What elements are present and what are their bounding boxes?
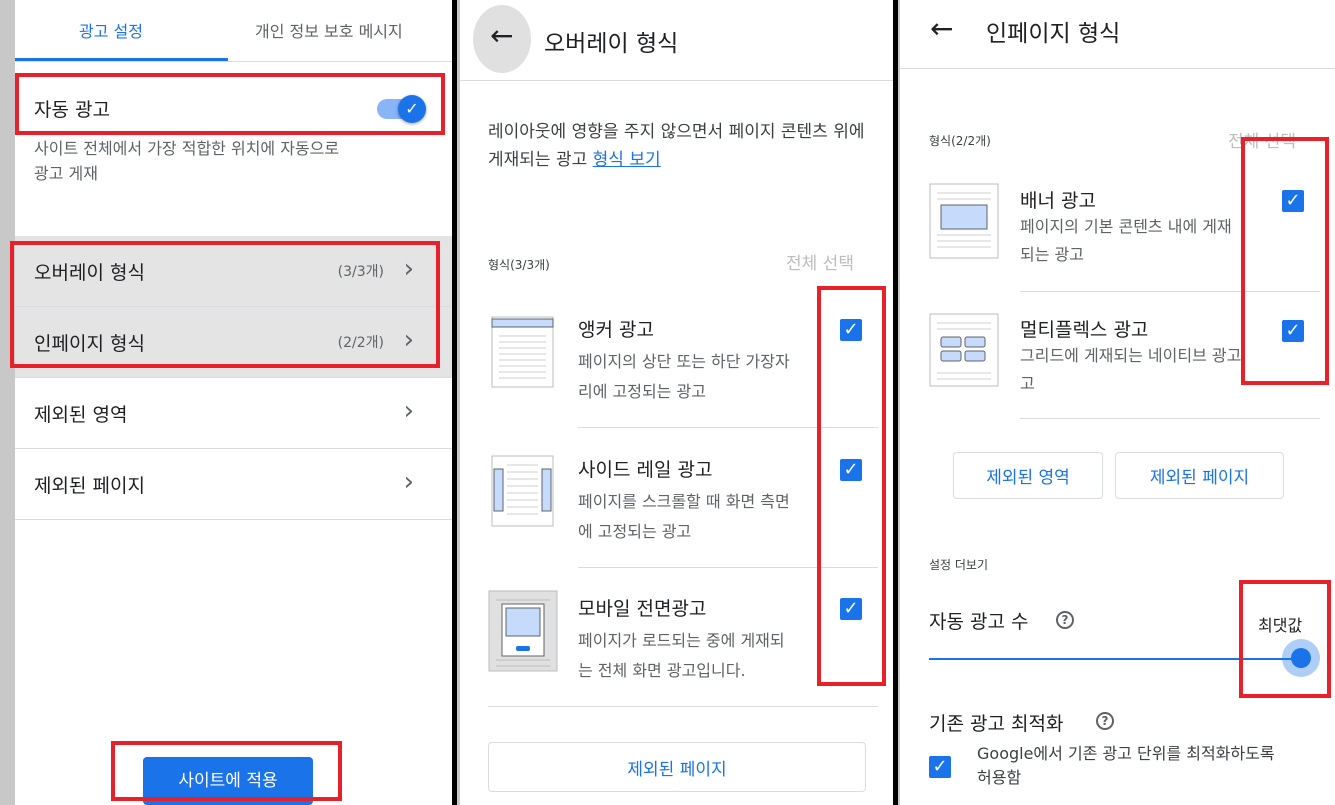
excluded-areas-button[interactable]: 제외된 영역 — [953, 452, 1103, 499]
divider — [578, 567, 878, 568]
ad-count-value: 최댓값 — [1258, 616, 1303, 635]
menu-item-excluded-areas[interactable]: 제외된 영역 › — [15, 378, 452, 449]
inpage-formats-panel: ← 인페이지 형식 형식(2/2개) 전체 선택 배너 광고 페이지의 기본 콘… — [900, 0, 1335, 805]
tab-privacy-messages[interactable]: 개인 정보 보호 메시지 — [255, 18, 403, 42]
format-description: 페이지가 로드되는 중에 게재되 는 전체 화면 광고입니다. — [578, 626, 785, 686]
divider — [488, 706, 878, 707]
excluded-pages-button[interactable]: 제외된 페이지 — [1115, 452, 1284, 499]
view-formats-link[interactable]: 형식 보기 — [593, 150, 661, 170]
arrow-left-icon: ← — [490, 19, 514, 52]
divider — [578, 427, 878, 428]
banner-ad-thumbnail — [929, 183, 999, 259]
multiplex-ad-checkbox[interactable]: ✓ — [1282, 320, 1304, 342]
vignette-ad-thumbnail — [488, 590, 558, 672]
auto-ads-label: 자동 광고 — [34, 99, 110, 121]
desc-line: 페이지의 상단 또는 하단 가장자 — [578, 352, 790, 371]
tab-bar: 광고 설정 개인 정보 보호 메시지 — [15, 0, 452, 62]
anchor-ad-thumbnail — [491, 316, 554, 388]
menu-item-count: (3/3개) — [337, 264, 384, 280]
menu-item-label: 제외된 영역 — [34, 404, 128, 426]
vignette-ad-checkbox[interactable]: ✓ — [840, 598, 862, 620]
desc-line: 허용함 — [977, 768, 1022, 787]
divider-right — [893, 0, 898, 805]
desc-line: 페이지를 스크롤할 때 화면 측면 — [578, 492, 790, 511]
format-title: 멀티플렉스 광고 — [1020, 319, 1149, 341]
chevron-right-icon: › — [403, 467, 414, 497]
optimize-existing-label: 기존 광고 최적화 — [929, 713, 1064, 735]
excluded-pages-button[interactable]: 제외된 페이지 — [488, 742, 866, 792]
format-description: 페이지를 스크롤할 때 화면 측면 에 고정되는 광고 — [578, 487, 790, 547]
apply-to-site-button[interactable]: 사이트에 적용 — [143, 757, 313, 805]
help-icon[interactable]: ? — [1096, 712, 1114, 730]
tab-ad-settings[interactable]: 광고 설정 — [79, 18, 143, 42]
page-title: 오버레이 형식 — [544, 31, 679, 57]
format-title: 앵커 광고 — [578, 319, 654, 341]
menu-item-label: 제외된 페이지 — [34, 475, 145, 497]
desc-line: 되는 광고 — [1020, 245, 1084, 264]
desc-line: Google에서 기존 광고 단위를 최적화하도록 — [977, 744, 1275, 763]
format-description: 그리드에 게재되는 네이티브 광고 고 — [1020, 342, 1241, 398]
format-title: 모바일 전면광고 — [578, 598, 707, 620]
format-title: 사이드 레일 광고 — [578, 459, 713, 481]
header-divider — [900, 68, 1335, 69]
back-button[interactable]: ← — [930, 12, 953, 45]
overlay-intro: 레이아웃에 영향을 주지 않으면서 페이지 콘텐츠 위에 게재되는 광고 형식 … — [488, 118, 878, 174]
desc-line: 페이지가 로드되는 중에 게재되 — [578, 631, 785, 650]
divider-left — [452, 0, 457, 805]
menu-item-inpage-formats[interactable]: 인페이지 형식 (2/2개) › — [15, 307, 452, 378]
formats-count-label: 형식(2/2개) — [929, 134, 991, 148]
ad-count-slider-handle[interactable] — [1291, 648, 1311, 668]
optimize-existing-checkbox[interactable]: ✓ — [929, 756, 951, 778]
format-title: 배너 광고 — [1020, 190, 1096, 212]
desc-line: 고 — [1020, 374, 1035, 393]
ad-settings-panel: 광고 설정 개인 정보 보호 메시지 자동 광고 ✓ 사이트 전체에서 가장 적… — [15, 0, 452, 805]
multiplex-ad-thumbnail — [929, 313, 999, 387]
chevron-right-icon: › — [403, 254, 414, 284]
active-tab-indicator — [15, 58, 228, 61]
formats-count-label: 형식(3/3개) — [488, 258, 550, 272]
optimize-checkbox-text: Google에서 기존 광고 단위를 최적화하도록 허용함 — [977, 742, 1275, 790]
format-description: 페이지의 기본 콘텐츠 내에 게재 되는 광고 — [1020, 213, 1232, 269]
banner-ad-checkbox[interactable]: ✓ — [1282, 190, 1304, 212]
intro-text: 레이아웃에 영향을 주지 않으면서 페이지 콘텐츠 위에 게재되는 광고 — [488, 122, 865, 170]
menu-item-label: 오버레이 형식 — [34, 262, 145, 284]
anchor-ad-checkbox[interactable]: ✓ — [840, 319, 862, 341]
desc-line: 페이지의 기본 콘텐츠 내에 게재 — [1020, 217, 1232, 236]
select-all-button[interactable]: 전체 선택 — [786, 249, 854, 274]
divider — [1020, 291, 1320, 292]
page-title: 인페이지 형식 — [986, 21, 1121, 47]
chevron-right-icon: › — [403, 396, 414, 426]
header-divider — [460, 80, 893, 81]
auto-ads-description: 사이트 전체에서 가장 적합한 위치에 자동으로 광고 게재 — [34, 139, 340, 183]
menu-item-label: 인페이지 형식 — [34, 333, 145, 355]
divider — [1020, 418, 1320, 419]
chevron-right-icon: › — [403, 325, 414, 355]
ad-count-label: 자동 광고 수 — [929, 611, 1029, 633]
check-icon[interactable]: ✓ — [398, 95, 426, 123]
desc-line: 는 전체 화면 광고입니다. — [578, 661, 746, 680]
menu-item-excluded-pages[interactable]: 제외된 페이지 › — [15, 449, 452, 520]
help-icon[interactable]: ? — [1056, 611, 1074, 629]
overlay-formats-panel: ← 오버레이 형식 레이아웃에 영향을 주지 않으면서 페이지 콘텐츠 위에 게… — [460, 0, 893, 805]
desc-line: 리에 고정되는 광고 — [578, 382, 706, 401]
side-rail-ad-thumbnail — [491, 455, 554, 527]
menu-item-count: (2/2개) — [337, 335, 384, 351]
ad-count-slider-track[interactable] — [929, 658, 1304, 660]
desc-line: 그리드에 게재되는 네이티브 광고 — [1020, 346, 1242, 365]
more-settings-label: 설정 더보기 — [929, 558, 989, 572]
side-rail-ad-checkbox[interactable]: ✓ — [840, 459, 862, 481]
format-description: 페이지의 상단 또는 하단 가장자 리에 고정되는 광고 — [578, 347, 790, 407]
select-all-button[interactable]: 전체 선택 — [1228, 127, 1296, 152]
left-margin — [0, 0, 15, 805]
menu-item-overlay-formats[interactable]: 오버레이 형식 (3/3개) › — [15, 236, 452, 307]
desc-line: 에 고정되는 광고 — [578, 522, 692, 541]
